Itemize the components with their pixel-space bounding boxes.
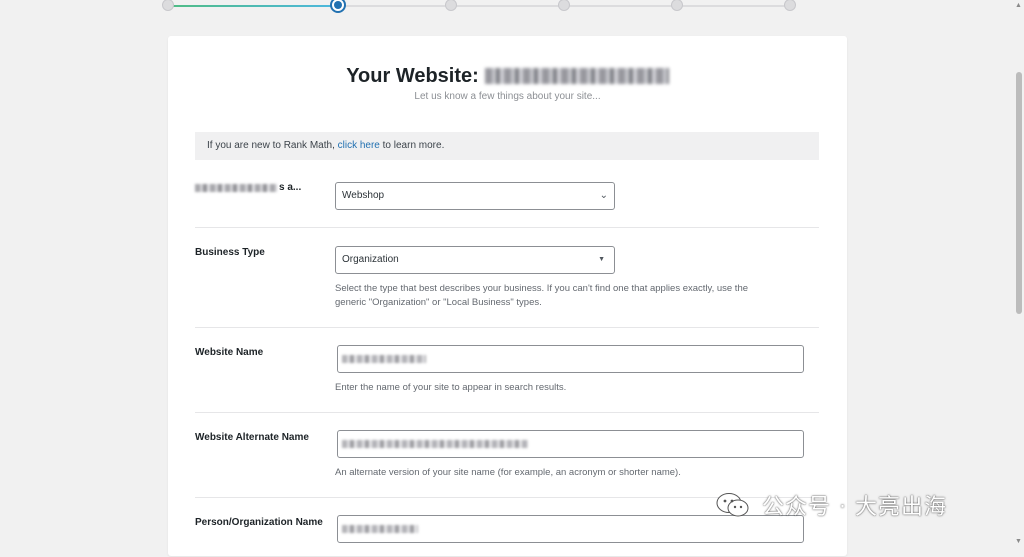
watermark: 公众号 · 大亮出海 bbox=[716, 490, 947, 520]
click-here-link[interactable]: click here bbox=[338, 140, 380, 151]
business-type-help: Select the type that best describes your… bbox=[335, 282, 795, 310]
blurred-input-value bbox=[342, 440, 528, 448]
site-type-label-suffix: s a... bbox=[279, 182, 302, 193]
step-1[interactable] bbox=[162, 0, 174, 11]
website-alternate-name-label: Website Alternate Name bbox=[195, 432, 309, 443]
page-title: Your Website: bbox=[168, 62, 847, 90]
site-type-value: Webshop bbox=[342, 190, 385, 201]
website-alternate-name-input[interactable] bbox=[337, 430, 804, 458]
step-4[interactable] bbox=[558, 0, 570, 11]
info-notice: If you are new to Rank Math, click here … bbox=[195, 132, 819, 160]
website-alternate-name-help: An alternate version of your site name (… bbox=[335, 467, 681, 478]
page-scrollbar[interactable]: ▲ ▼ bbox=[1014, 0, 1024, 547]
blurred-input-value bbox=[342, 355, 426, 363]
page-subtitle: Let us know a few things about your site… bbox=[414, 91, 601, 102]
business-type-row: Business Type Organization ▼ Select the … bbox=[195, 227, 819, 328]
person-organization-name-label: Person/Organization Name bbox=[195, 517, 323, 528]
site-type-select[interactable]: Webshop ⌄ bbox=[335, 182, 615, 210]
website-alternate-name-row: Website Alternate Name An alternate vers… bbox=[195, 412, 819, 498]
stepper-progress bbox=[168, 5, 338, 7]
chevron-down-icon: ⌄ bbox=[599, 190, 608, 201]
site-type-row: s a... Webshop ⌄ bbox=[195, 172, 819, 228]
wizard-card: Your Website: Let us know a few things a… bbox=[168, 36, 847, 556]
notice-suffix: to learn more. bbox=[382, 140, 445, 151]
website-name-help: Enter the name of your site to appear in… bbox=[335, 382, 567, 393]
blurred-input-value bbox=[342, 525, 418, 533]
website-name-row: Website Name Enter the name of your site… bbox=[195, 327, 819, 413]
caret-down-icon: ▼ bbox=[598, 256, 605, 263]
business-type-help-line1: Select the type that best describes your… bbox=[335, 283, 749, 294]
blurred-site-name bbox=[484, 68, 669, 84]
blurred-label bbox=[195, 184, 277, 192]
setup-wizard-stepper bbox=[162, 0, 798, 14]
watermark-text: 公众号 · 大亮出海 bbox=[762, 495, 947, 520]
business-type-select[interactable]: Organization ▼ bbox=[335, 246, 615, 274]
business-type-label: Business Type bbox=[195, 247, 265, 258]
step-5[interactable] bbox=[671, 0, 683, 11]
website-name-input[interactable] bbox=[337, 345, 804, 373]
scroll-down-arrow-icon[interactable]: ▼ bbox=[1015, 538, 1022, 545]
scroll-up-arrow-icon[interactable]: ▲ bbox=[1015, 2, 1022, 9]
step-6[interactable] bbox=[784, 0, 796, 11]
business-type-value: Organization bbox=[342, 254, 399, 265]
business-type-help-line2: generic "Organization" or "Local Busines… bbox=[335, 297, 542, 308]
scrollbar-thumb[interactable] bbox=[1016, 72, 1022, 314]
step-2-active[interactable] bbox=[330, 0, 346, 13]
website-name-label: Website Name bbox=[195, 347, 264, 358]
wechat-icon bbox=[716, 493, 749, 517]
page-title-text: Your Website: bbox=[346, 65, 479, 87]
notice-prefix: If you are new to Rank Math, bbox=[207, 140, 335, 151]
step-3[interactable] bbox=[445, 0, 457, 11]
